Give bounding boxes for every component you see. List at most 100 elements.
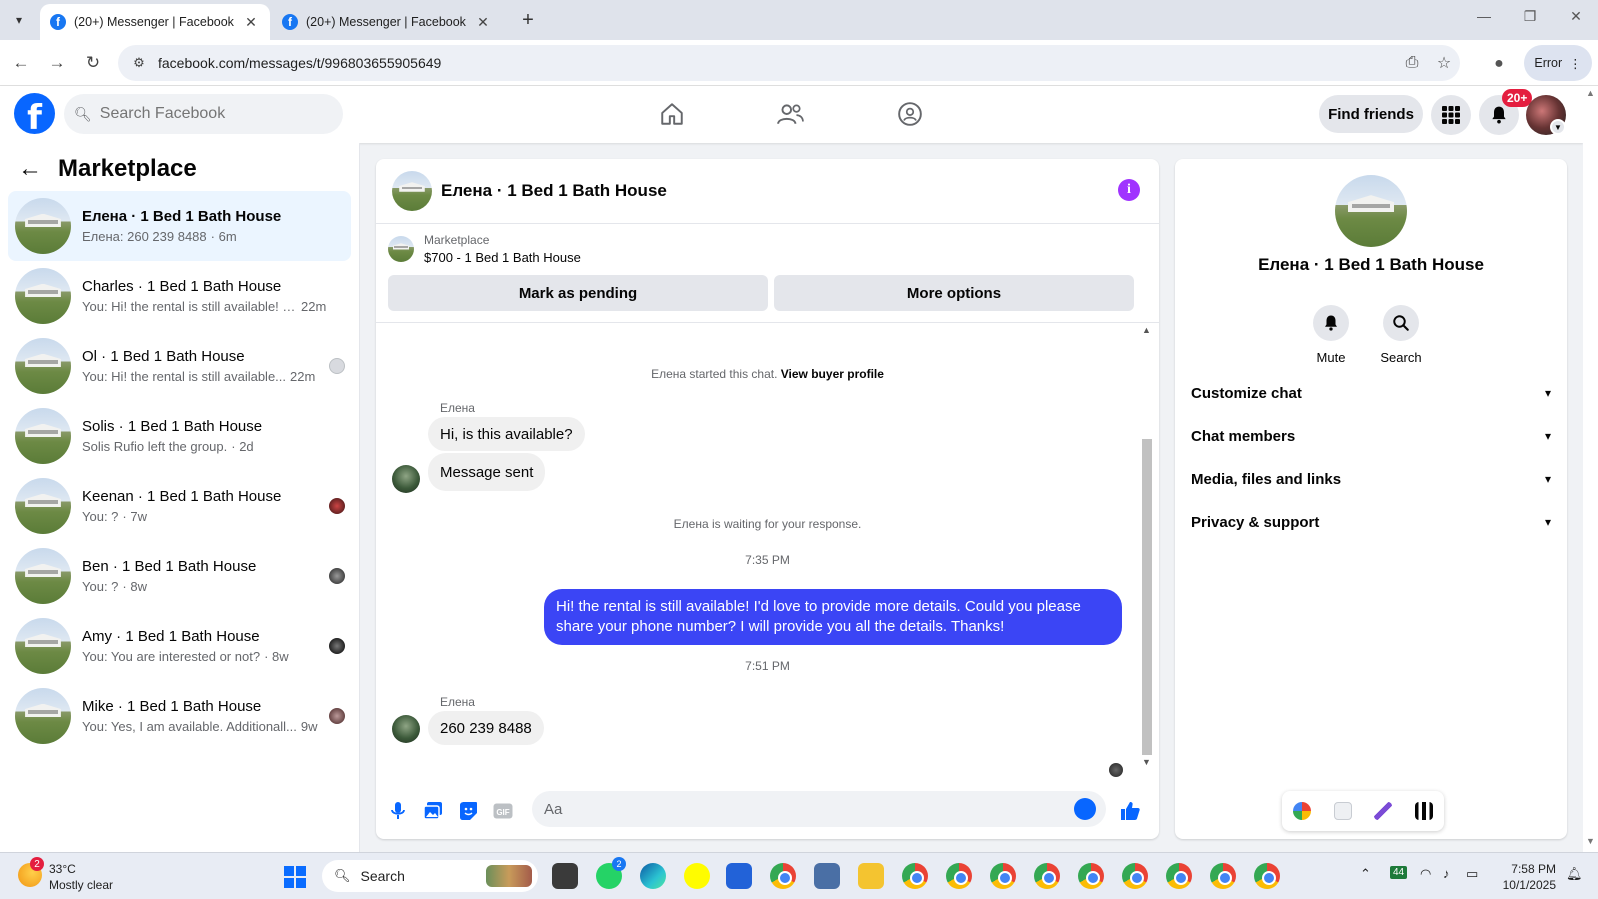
- color-picker-icon[interactable]: [1293, 802, 1312, 820]
- close-window-button[interactable]: ✕: [1556, 8, 1596, 32]
- scroll-down-icon[interactable]: ▼: [1142, 757, 1151, 767]
- chat-members-section[interactable]: Chat members ▾: [1191, 416, 1551, 456]
- bookmark-star-icon[interactable]: ☆: [1428, 53, 1460, 73]
- address-bar[interactable]: ⚙ facebook.com/messages/t/99680365590564…: [118, 45, 1460, 81]
- bar-chart-icon[interactable]: [1414, 802, 1433, 820]
- incoming-message[interactable]: Message sent: [428, 453, 546, 491]
- microphone-icon[interactable]: [386, 799, 410, 823]
- system-clock[interactable]: 7:58 PM 10/1/2025: [1500, 861, 1556, 893]
- reload-button[interactable]: ↻: [80, 50, 106, 76]
- conversation-item[interactable]: Mike · 1 Bed 1 Bath House You: Yes, I am…: [8, 681, 351, 751]
- file-explorer-icon[interactable]: [858, 863, 884, 889]
- task-view-icon[interactable]: [552, 863, 578, 889]
- profile-icon[interactable]: ●: [1486, 51, 1512, 77]
- more-options-button[interactable]: More options: [774, 275, 1134, 311]
- edge-icon[interactable]: [640, 863, 666, 889]
- chrome-profile-icon[interactable]: [1078, 863, 1104, 889]
- close-tab-icon[interactable]: ✕: [242, 14, 260, 31]
- friends-nav-button[interactable]: [770, 94, 810, 134]
- media-files-links-section[interactable]: Media, files and links ▾: [1191, 459, 1551, 499]
- pen-icon[interactable]: [1374, 802, 1393, 820]
- gif-icon[interactable]: GIF: [491, 799, 515, 823]
- close-tab-icon[interactable]: ✕: [474, 14, 492, 31]
- back-button[interactable]: ←: [8, 50, 34, 76]
- incoming-message[interactable]: Hi, is this available?: [428, 417, 585, 451]
- photo-icon[interactable]: [421, 799, 445, 823]
- tab-search-chevron-icon[interactable]: ▾: [6, 7, 32, 33]
- customize-chat-section[interactable]: Customize chat ▾: [1191, 373, 1551, 413]
- chrome-profile-icon[interactable]: [902, 863, 928, 889]
- message-input[interactable]: Aa: [532, 791, 1106, 827]
- conversation-item[interactable]: Елена · 1 Bed 1 Bath House Елена: 260 23…: [8, 191, 351, 261]
- chrome-profile-icon[interactable]: [1122, 863, 1148, 889]
- browser-tab-active[interactable]: f (20+) Messenger | Facebook ✕: [40, 4, 270, 40]
- scroll-up-icon[interactable]: ▲: [1142, 325, 1151, 335]
- chat-scrollbar[interactable]: ▲ ▼: [1140, 323, 1154, 773]
- chrome-profile-icon[interactable]: [1210, 863, 1236, 889]
- minimize-window-button[interactable]: —: [1464, 8, 1504, 32]
- thumbs-up-icon[interactable]: [1118, 799, 1142, 823]
- chrome-profile-icon[interactable]: [946, 863, 972, 889]
- info-icon[interactable]: i: [1118, 179, 1140, 201]
- weather-widget[interactable]: 33°C Mostly clear: [49, 861, 113, 893]
- chrome-profile-icon[interactable]: [990, 863, 1016, 889]
- wifi-icon[interactable]: ◠: [1420, 866, 1431, 882]
- conversation-item[interactable]: Ol · 1 Bed 1 Bath House You: Hi! the ren…: [8, 331, 351, 401]
- page-scrollbar[interactable]: ▲ ▼: [1583, 86, 1598, 852]
- groups-nav-button[interactable]: [890, 94, 930, 134]
- mute-button[interactable]: Mute: [1301, 305, 1361, 365]
- back-arrow-icon[interactable]: ←: [18, 155, 42, 183]
- chrome-profile-icon[interactable]: [1254, 863, 1280, 889]
- chat-profile-picture[interactable]: [1335, 175, 1407, 247]
- notification-bell-icon[interactable]: 🔔︎: [1566, 866, 1583, 882]
- browser-tab-inactive[interactable]: f (20+) Messenger | Facebook ✕: [272, 4, 502, 40]
- scrollbar-thumb[interactable]: [1142, 439, 1152, 755]
- chrome-icon[interactable]: [770, 863, 796, 889]
- install-app-icon[interactable]: ⎙: [1396, 54, 1428, 72]
- view-buyer-profile-link[interactable]: View buyer profile: [781, 367, 884, 381]
- incoming-message[interactable]: 260 239 8488: [428, 711, 544, 745]
- tray-app-badge[interactable]: 44: [1390, 866, 1408, 879]
- clipboard-icon[interactable]: [1333, 802, 1352, 820]
- snapchat-icon[interactable]: [684, 863, 710, 889]
- privacy-support-section[interactable]: Privacy & support ▾: [1191, 502, 1551, 542]
- scroll-up-icon[interactable]: ▲: [1586, 88, 1595, 98]
- chevron-down-icon[interactable]: ▼: [1550, 119, 1566, 135]
- chat-header[interactable]: Елена · 1 Bed 1 Bath House: [376, 159, 1159, 224]
- chrome-profile-icon[interactable]: [1166, 863, 1192, 889]
- sender-avatar[interactable]: [392, 715, 420, 743]
- facebook-logo[interactable]: f: [14, 93, 55, 134]
- show-hidden-icons-chevron-icon[interactable]: ⌃: [1360, 866, 1371, 882]
- find-friends-button[interactable]: Find friends: [1319, 95, 1423, 133]
- mark-as-pending-button[interactable]: Mark as pending: [388, 275, 768, 311]
- sender-avatar[interactable]: [392, 465, 420, 493]
- facebook-search[interactable]: 🔍︎: [64, 94, 343, 134]
- forward-button[interactable]: →: [44, 50, 70, 76]
- home-nav-button[interactable]: [652, 94, 692, 134]
- sticker-icon[interactable]: [456, 799, 480, 823]
- facebook-search-input[interactable]: [99, 105, 320, 123]
- windows-start-icon[interactable]: [284, 866, 306, 888]
- taskbar-search[interactable]: 🔍︎ Search: [322, 860, 538, 892]
- monitor-app-icon[interactable]: [814, 863, 840, 889]
- marketplace-listing[interactable]: Marketplace $700 - 1 Bed 1 Bath House: [388, 233, 581, 265]
- outgoing-message[interactable]: Hi! the rental is still available! I'd l…: [544, 589, 1122, 645]
- conversation-item[interactable]: Amy · 1 Bed 1 Bath House You: You are in…: [8, 611, 351, 681]
- battery-icon[interactable]: ▭: [1466, 866, 1478, 882]
- url-text[interactable]: facebook.com/messages/t/996803655905649: [158, 55, 1396, 71]
- store-icon[interactable]: [726, 863, 752, 889]
- conversation-item[interactable]: Solis · 1 Bed 1 Bath House Solis Rufio l…: [8, 401, 351, 471]
- error-menu-button[interactable]: Error ⋮: [1524, 45, 1592, 81]
- conversation-item[interactable]: Charles · 1 Bed 1 Bath House You: Hi! th…: [8, 261, 351, 331]
- scroll-down-icon[interactable]: ▼: [1586, 836, 1595, 846]
- volume-icon[interactable]: ♪: [1443, 866, 1450, 881]
- search-in-chat-button[interactable]: Search: [1371, 305, 1431, 365]
- site-settings-icon[interactable]: ⚙: [124, 55, 154, 71]
- restore-window-button[interactable]: ❐: [1510, 8, 1550, 32]
- emoji-icon[interactable]: [1074, 798, 1096, 820]
- conversation-item[interactable]: Ben · 1 Bed 1 Bath House You: ? · 8w: [8, 541, 351, 611]
- new-tab-button[interactable]: +: [516, 8, 540, 32]
- conversation-item[interactable]: Keenan · 1 Bed 1 Bath House You: ? · 7w: [8, 471, 351, 541]
- chrome-profile-icon[interactable]: [1034, 863, 1060, 889]
- menu-button[interactable]: [1431, 95, 1471, 135]
